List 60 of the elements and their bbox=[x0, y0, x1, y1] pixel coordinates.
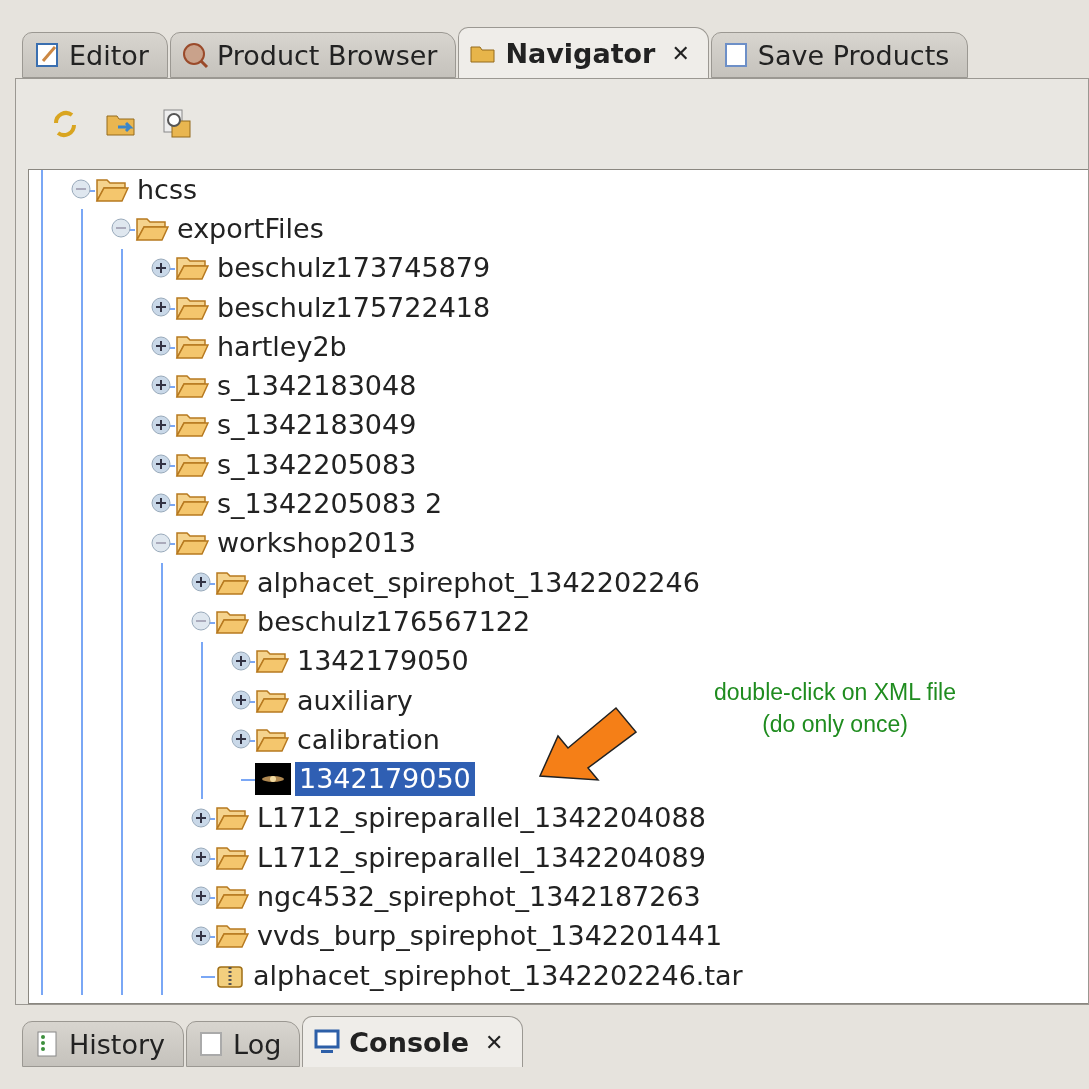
tree-item[interactable]: exportFiles bbox=[173, 211, 328, 246]
tab[interactable]: Navigator ✕ bbox=[458, 27, 709, 78]
tab[interactable]: Console ✕ bbox=[302, 1016, 523, 1067]
tree-item[interactable]: alphacet_spirephot_1342202246 bbox=[253, 565, 704, 600]
folder-icon bbox=[215, 922, 249, 951]
expand-icon[interactable] bbox=[230, 688, 252, 711]
tree-item[interactable]: auxiliary bbox=[293, 683, 417, 718]
tree-item[interactable]: L1712_spireparallel_1342204089 bbox=[253, 840, 710, 875]
expand-icon[interactable] bbox=[190, 846, 212, 869]
close-icon[interactable]: ✕ bbox=[485, 1029, 504, 1055]
folder-icon bbox=[215, 883, 249, 911]
close-icon[interactable]: ✕ bbox=[671, 40, 690, 66]
pencil-icon bbox=[33, 41, 61, 69]
tree-item[interactable]: 1342179050 bbox=[295, 762, 475, 797]
tree-item[interactable]: hartley2b bbox=[213, 329, 351, 364]
monitor-icon bbox=[313, 1028, 342, 1056]
tree-item[interactable]: 1342179050 bbox=[293, 644, 473, 679]
tree-item[interactable]: workshop2013 bbox=[213, 526, 420, 561]
tab[interactable]: History bbox=[22, 1021, 185, 1067]
tree-item[interactable]: s_1342183048 bbox=[213, 369, 421, 404]
tree-item[interactable]: s_1342205083 bbox=[213, 447, 421, 482]
annotation-text: double-click on XML file (do only once) bbox=[712, 678, 957, 739]
expand-icon[interactable] bbox=[150, 335, 172, 358]
folder-icon bbox=[175, 254, 209, 283]
tree-item[interactable]: beschulz175722418 bbox=[213, 290, 495, 325]
magnifier-icon bbox=[180, 41, 209, 69]
expand-icon[interactable] bbox=[150, 413, 172, 436]
tree-item[interactable]: hcss bbox=[133, 172, 202, 207]
expand-icon[interactable] bbox=[190, 806, 212, 829]
galaxy-image-icon bbox=[255, 763, 291, 796]
folder-icon bbox=[255, 647, 289, 676]
tab[interactable]: Log bbox=[186, 1021, 301, 1067]
expand-icon[interactable] bbox=[190, 570, 212, 593]
tree-item[interactable]: alphacet_spirephot_1342202246.tar bbox=[249, 958, 747, 993]
expand-icon[interactable] bbox=[190, 885, 212, 908]
tree-item[interactable]: s_1342205083 2 bbox=[213, 487, 447, 521]
folder-icon bbox=[175, 490, 209, 518]
expand-icon[interactable] bbox=[150, 492, 172, 515]
expand-icon[interactable] bbox=[230, 649, 252, 672]
tree-item[interactable]: vvds_burp_spirephot_1342201441 bbox=[253, 919, 727, 954]
tree-item[interactable]: calibration bbox=[293, 722, 444, 757]
tree-item[interactable]: s_1342183049 bbox=[213, 408, 421, 443]
folder-icon bbox=[215, 804, 249, 833]
expand-icon[interactable] bbox=[150, 256, 172, 279]
tree-item[interactable]: beschulz173745879 bbox=[213, 251, 495, 286]
tree-item[interactable]: L1712_spireparallel_1342204088 bbox=[253, 801, 710, 836]
expand-icon[interactable] bbox=[150, 295, 172, 318]
folder-icon bbox=[175, 529, 209, 558]
expand-icon[interactable] bbox=[150, 453, 172, 476]
tab[interactable]: Save Products bbox=[710, 32, 969, 78]
tree-item[interactable]: beschulz176567122 bbox=[253, 604, 535, 639]
find-icon[interactable] bbox=[160, 107, 194, 141]
tab[interactable]: Product Browser bbox=[169, 32, 457, 78]
expand-icon[interactable] bbox=[230, 728, 252, 751]
expand-icon[interactable] bbox=[150, 374, 172, 397]
tree-item[interactable]: ngc4532_spirephot_1342187263 bbox=[253, 880, 705, 914]
folder-icon bbox=[175, 372, 209, 401]
expand-icon[interactable] bbox=[190, 924, 212, 947]
tab[interactable]: Editor bbox=[22, 32, 168, 78]
folder-icon bbox=[175, 411, 209, 440]
